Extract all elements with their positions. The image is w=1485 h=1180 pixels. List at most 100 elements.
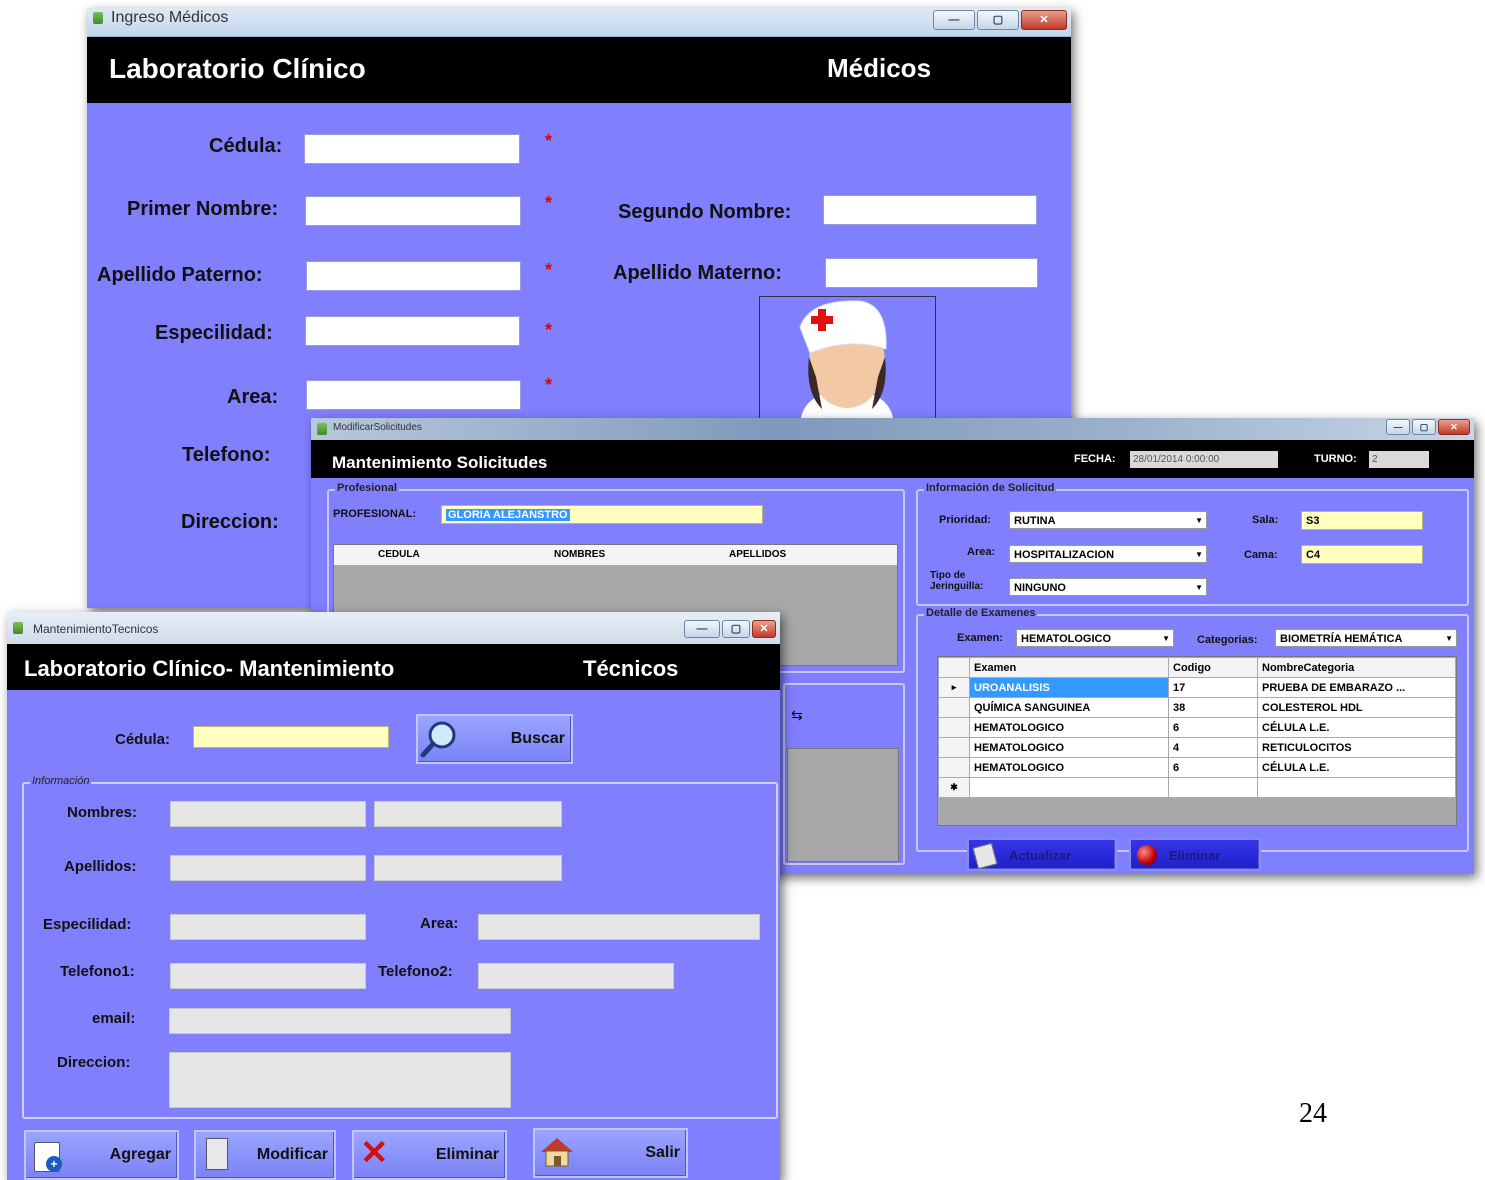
table-cell[interactable]: HEMATOLOGICO — [969, 757, 1169, 778]
apellido1-field[interactable] — [170, 855, 366, 881]
table-cell[interactable]: QUÍMICA SANGUINEA — [969, 697, 1169, 718]
app-icon — [317, 423, 327, 435]
jeringuilla-select[interactable]: NINGUNO ▼ — [1009, 578, 1207, 596]
table-cell[interactable]: UROANALISIS — [969, 677, 1169, 698]
maximize-button[interactable]: ▢ — [977, 10, 1019, 30]
table-cell[interactable]: CÉLULA L.E. — [1257, 757, 1456, 778]
apellido2-field[interactable] — [374, 855, 562, 881]
row-selector[interactable] — [938, 737, 970, 758]
examenes-grid[interactable]: Examen Codigo NombreCategoria ▸ UROANALI… — [937, 656, 1457, 826]
area-input[interactable] — [306, 380, 521, 410]
table-row[interactable]: HEMATOLOGICO 6 CÉLULA L.E. — [938, 757, 1456, 778]
examen-select[interactable]: HEMATOLOGICO ▼ — [1016, 629, 1174, 647]
table-cell[interactable] — [969, 777, 1169, 798]
required-mark: * — [545, 193, 553, 213]
table-cell[interactable]: HEMATOLOGICO — [969, 717, 1169, 738]
table-cell[interactable]: 6 — [1168, 757, 1258, 778]
maximize-button[interactable]: ▢ — [1412, 419, 1436, 435]
examenes-table: Examen Codigo NombreCategoria ▸ UROANALI… — [938, 657, 1456, 798]
chevron-down-icon: ▼ — [1195, 516, 1203, 525]
column-header[interactable]: APELLIDOS — [729, 549, 786, 560]
area-label: Area: — [420, 915, 459, 932]
nombre2-field[interactable] — [374, 801, 562, 827]
column-header[interactable]: Examen — [969, 657, 1169, 678]
table-cell[interactable]: 6 — [1168, 717, 1258, 738]
close-button[interactable]: ✕ — [1021, 10, 1067, 30]
telefono1-field[interactable] — [170, 963, 366, 989]
chevron-down-icon: ▼ — [1445, 634, 1453, 643]
modificar-button[interactable]: Modificar — [194, 1130, 336, 1180]
categorias-select[interactable]: BIOMETRÍA HEMÁTICA ▼ — [1275, 629, 1457, 647]
area-field[interactable] — [478, 914, 760, 940]
especialidad-input[interactable] — [305, 316, 520, 346]
column-header[interactable]: CEDULA — [378, 549, 420, 560]
apellido-materno-input[interactable] — [825, 258, 1038, 288]
cedula-input[interactable] — [304, 134, 520, 164]
row-selector[interactable] — [938, 697, 970, 718]
table-row[interactable]: HEMATOLOGICO 6 CÉLULA L.E. — [938, 717, 1456, 738]
table-cell[interactable]: 17 — [1168, 677, 1258, 698]
chevron-down-icon: ▼ — [1162, 634, 1170, 643]
prioridad-select[interactable]: RUTINA ▼ — [1009, 511, 1207, 529]
table-cell[interactable]: CÉLULA L.E. — [1257, 717, 1456, 738]
table-cell[interactable]: 38 — [1168, 697, 1258, 718]
primer-nombre-input[interactable] — [305, 196, 521, 226]
buscar-button[interactable]: Buscar — [416, 714, 573, 764]
tecnicos-titlebar[interactable]: MantenimientoTecnicos — ▢ ✕ — [7, 612, 780, 645]
minimize-button[interactable]: — — [933, 10, 975, 30]
table-cell[interactable]: COLESTEROL HDL — [1257, 697, 1456, 718]
sala-field[interactable]: S3 — [1301, 511, 1423, 530]
close-button[interactable]: ✕ — [752, 620, 776, 638]
new-row-icon[interactable]: ✱ — [938, 777, 970, 798]
medicos-titlebar[interactable]: Ingreso Médicos — ▢ ✕ — [87, 8, 1071, 37]
segundo-nombre-input[interactable] — [823, 195, 1037, 225]
prioridad-value: RUTINA — [1014, 515, 1056, 527]
cedula-label: Cédula: — [209, 135, 283, 157]
edit-document-icon — [206, 1138, 228, 1170]
row-selector-icon[interactable]: ▸ — [938, 677, 970, 698]
table-cell[interactable]: HEMATOLOGICO — [969, 737, 1169, 758]
group-title: Detalle de Examenes — [924, 607, 1038, 619]
actualizar-button[interactable]: Actualizar — [967, 838, 1117, 871]
solicitudes-titlebar[interactable]: ModificarSolicitudes — ▢ ✕ — [311, 418, 1474, 441]
direccion-field[interactable] — [169, 1052, 511, 1108]
cedula-input[interactable] — [193, 726, 389, 748]
table-row[interactable]: ▸ UROANALISIS 17 PRUEBA DE EMBARAZO ... — [938, 677, 1456, 698]
app-icon — [93, 12, 103, 24]
column-header[interactable]: Codigo — [1168, 657, 1258, 678]
eliminar-button[interactable]: ✕ Eliminar — [352, 1130, 507, 1180]
table-cell[interactable]: RETICULOCITOS — [1257, 737, 1456, 758]
column-header[interactable]: NOMBRES — [554, 549, 605, 560]
close-button[interactable]: ✕ — [1438, 419, 1470, 435]
table-cell[interactable] — [1257, 777, 1456, 798]
column-header[interactable]: NombreCategoria — [1257, 657, 1456, 678]
table-cell[interactable]: 4 — [1168, 737, 1258, 758]
row-selector[interactable] — [938, 717, 970, 738]
table-cell[interactable]: PRUEBA DE EMBARAZO ... — [1257, 677, 1456, 698]
row-selector[interactable] — [938, 757, 970, 778]
maximize-button[interactable]: ▢ — [722, 620, 750, 638]
telefono2-field[interactable] — [478, 963, 674, 989]
minimize-button[interactable]: — — [684, 620, 720, 638]
header-title: Laboratorio Clínico — [109, 53, 366, 84]
table-row[interactable]: HEMATOLOGICO 4 RETICULOCITOS — [938, 737, 1456, 758]
profesional-field[interactable]: GLORIA ALEJANSTRO — [441, 505, 763, 524]
area-value: HOSPITALIZACION — [1014, 549, 1115, 561]
salir-button[interactable]: Salir — [533, 1128, 688, 1178]
apellido-paterno-input[interactable] — [306, 261, 521, 291]
agregar-button[interactable]: + Agregar — [24, 1130, 179, 1180]
eliminar-solicitud-button[interactable]: Eliminar — [1129, 838, 1261, 871]
minimize-button[interactable]: — — [1386, 419, 1410, 435]
cama-field[interactable]: C4 — [1301, 545, 1423, 564]
photo-frame[interactable] — [759, 296, 936, 428]
table-cell[interactable] — [1168, 777, 1258, 798]
stop-icon — [1137, 845, 1157, 865]
especialidad-field[interactable] — [170, 914, 366, 940]
header-title: Mantenimiento Solicitudes — [332, 453, 548, 472]
email-field[interactable] — [169, 1008, 511, 1034]
toolbar-icon[interactable]: ⇆ — [791, 707, 803, 724]
nombre1-field[interactable] — [170, 801, 366, 827]
table-new-row[interactable]: ✱ — [938, 777, 1456, 798]
area-select[interactable]: HOSPITALIZACION ▼ — [1009, 545, 1207, 563]
table-row[interactable]: QUÍMICA SANGUINEA 38 COLESTEROL HDL — [938, 697, 1456, 718]
